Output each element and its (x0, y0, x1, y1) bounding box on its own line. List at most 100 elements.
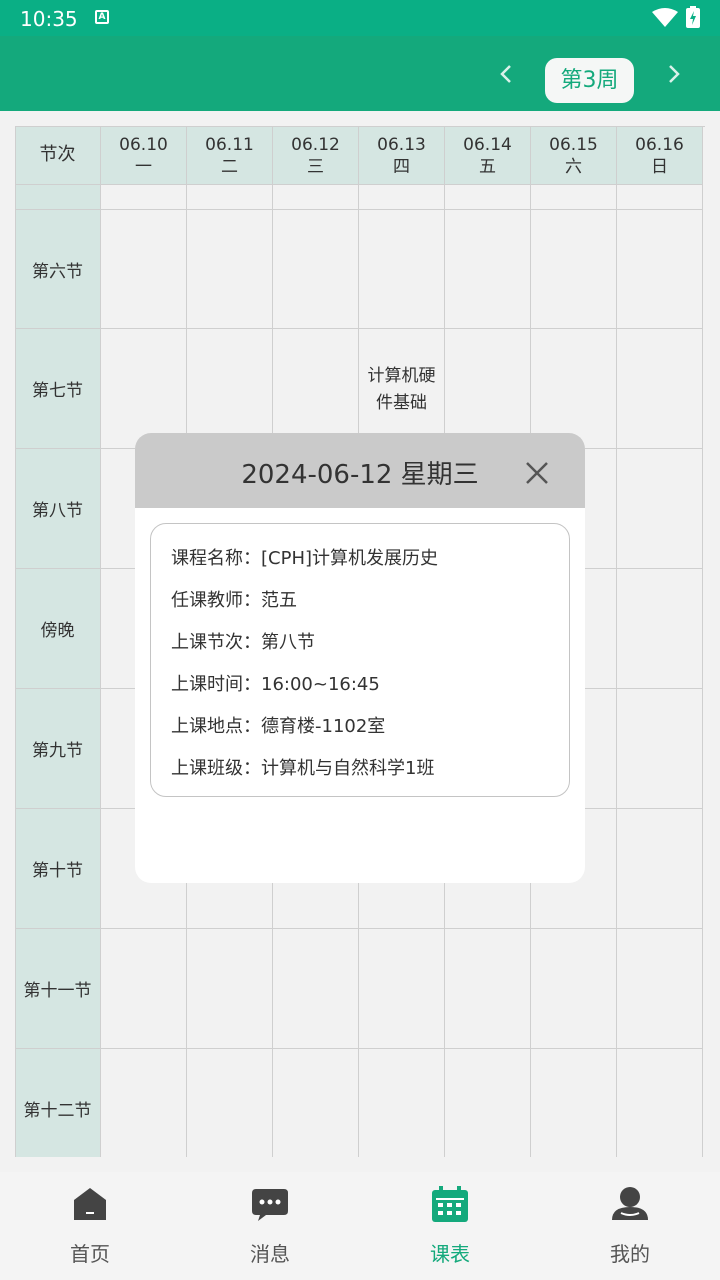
status-time: 10:35 (20, 7, 78, 31)
timetable-cell[interactable] (187, 210, 273, 329)
timetable-cell[interactable] (617, 329, 703, 449)
day-date: 06.13 (377, 135, 426, 155)
info-value: 16:00~16:45 (261, 674, 380, 695)
info-label: 任课教师： (171, 590, 261, 611)
nav-label: 我的 (610, 1242, 650, 1266)
chevron-left-icon[interactable] (490, 58, 522, 90)
nav-profile[interactable]: 我的 (540, 1172, 720, 1280)
info-value: 德育楼-1102室 (261, 716, 386, 737)
day-of-week: 二 (221, 157, 238, 177)
timetable-cell[interactable] (273, 185, 359, 210)
info-value: 第八节 (261, 632, 315, 653)
info-row: 上课时间：16:00~16:45 (171, 670, 380, 696)
timetable-cell[interactable] (187, 929, 273, 1049)
course-detail-dialog: 2024-06-12 星期三 课程名称：[CPH]计算机发展历史 任课教师：范五上… (135, 433, 585, 883)
timetable-cell[interactable] (187, 329, 273, 449)
timetable-cell[interactable] (531, 210, 617, 329)
nav-label: 课表 (430, 1242, 470, 1266)
calendar-icon (432, 1186, 468, 1222)
day-date: 06.11 (205, 135, 254, 155)
week-navigation-bar: 第3周 (0, 36, 720, 111)
wifi-icon (652, 8, 678, 27)
timetable-cell[interactable] (617, 689, 703, 809)
timetable-cell[interactable] (617, 210, 703, 329)
day-header: 06.16 日 (617, 126, 703, 185)
timetable-cell[interactable] (101, 329, 187, 449)
timetable-cell[interactable] (187, 1049, 273, 1157)
period-label (15, 185, 101, 210)
day-of-week: 一 (135, 157, 152, 177)
timetable-cell[interactable] (101, 185, 187, 210)
timetable-cell[interactable] (273, 210, 359, 329)
timetable-cell[interactable] (617, 929, 703, 1049)
message-icon (252, 1189, 288, 1221)
day-date: 06.14 (463, 135, 512, 155)
period-label: 第十二节 (15, 1049, 101, 1157)
close-icon[interactable] (525, 461, 549, 485)
timetable-cell[interactable] (187, 185, 273, 210)
timetable-cell[interactable] (359, 185, 445, 210)
course-name: 计算机硬件基础 (367, 366, 436, 413)
info-row: 上课班级：计算机与自然科学1班 (171, 754, 434, 780)
timetable-cell[interactable] (101, 210, 187, 329)
info-row: 课程名称：[CPH]计算机发展历史 (171, 544, 438, 570)
timetable-cell[interactable] (617, 185, 703, 210)
nav-label: 消息 (250, 1242, 290, 1266)
bottom-navigation: 首页 消息 课表 我的 (0, 1172, 720, 1280)
day-header: 06.11 二 (187, 126, 273, 185)
nav-home[interactable]: 首页 (0, 1172, 180, 1280)
info-value: 范五 (261, 590, 297, 611)
timetable-cell[interactable] (617, 1049, 703, 1157)
status-bar: 10:35 A (0, 0, 720, 36)
timetable-cell[interactable] (101, 1049, 187, 1157)
timetable-cell[interactable] (531, 185, 617, 210)
timetable-cell[interactable] (273, 1049, 359, 1157)
info-label: 上课时间： (171, 674, 261, 695)
timetable-cell[interactable] (359, 210, 445, 329)
timetable-cell[interactable] (273, 329, 359, 449)
period-label: 傍晚 (15, 569, 101, 689)
timetable-cell[interactable] (617, 569, 703, 689)
timetable-cell[interactable] (531, 329, 617, 449)
period-label: 第八节 (15, 449, 101, 569)
battery-charging-icon (686, 6, 700, 28)
day-of-week: 五 (479, 157, 496, 177)
timetable-cell[interactable] (445, 1049, 531, 1157)
timetable-cell[interactable] (445, 210, 531, 329)
info-label: 上课地点： (171, 716, 261, 737)
timetable-cell[interactable] (617, 809, 703, 929)
day-header: 06.12 三 (273, 126, 359, 185)
day-header: 06.13 四 (359, 126, 445, 185)
info-row: 上课地点：德育楼-1102室 (171, 712, 385, 738)
timetable-cell[interactable] (531, 929, 617, 1049)
day-date: 06.16 (635, 135, 684, 155)
day-date: 06.15 (549, 135, 598, 155)
timetable-cell[interactable] (531, 1049, 617, 1157)
period-label: 第六节 (15, 210, 101, 329)
user-icon (612, 1187, 648, 1220)
day-of-week: 六 (565, 157, 582, 177)
a-notification-icon: A (95, 10, 109, 24)
day-header: 06.15 六 (531, 126, 617, 185)
info-value: [CPH]计算机发展历史 (261, 548, 439, 569)
timetable-cell[interactable] (273, 929, 359, 1049)
info-label: 课程名称： (171, 548, 261, 569)
dialog-header: 2024-06-12 星期三 (135, 433, 585, 508)
timetable-cell[interactable] (359, 929, 445, 1049)
info-row: 任课教师：范五 (171, 586, 297, 612)
chevron-right-icon[interactable] (658, 58, 690, 90)
day-header: 06.14 五 (445, 126, 531, 185)
course-cell[interactable]: 计算机硬件基础 (359, 329, 445, 449)
timetable-cell[interactable] (617, 449, 703, 569)
timetable-cell[interactable] (359, 1049, 445, 1157)
day-header: 06.10 一 (101, 126, 187, 185)
timetable-corner-header: 节次 (15, 126, 101, 185)
timetable-cell[interactable] (445, 185, 531, 210)
timetable-cell[interactable] (445, 929, 531, 1049)
timetable-cell[interactable] (445, 329, 531, 449)
nav-timetable[interactable]: 课表 (360, 1172, 540, 1280)
nav-messages[interactable]: 消息 (180, 1172, 360, 1280)
timetable-cell[interactable] (101, 929, 187, 1049)
day-date: 06.10 (119, 135, 168, 155)
week-selector[interactable]: 第3周 (545, 58, 634, 103)
